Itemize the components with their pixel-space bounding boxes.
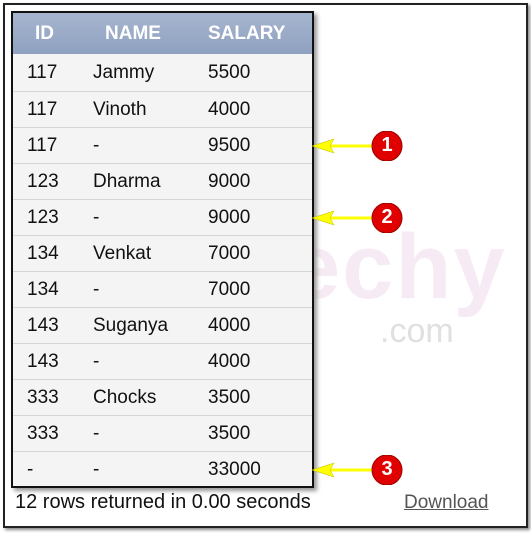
- table-row: 123 - 9000: [13, 199, 312, 235]
- cell-name: -: [93, 422, 100, 444]
- cell-id: 117: [27, 61, 58, 83]
- cell-id: 123: [27, 170, 59, 192]
- table-row: 134 - 7000: [13, 271, 312, 307]
- table-header: ID NAME SALARY: [13, 13, 312, 54]
- download-link[interactable]: Download: [404, 492, 489, 514]
- watermark-suffix: .com: [380, 312, 454, 350]
- table-row: 143 - 4000: [13, 343, 312, 379]
- cell-id: 333: [27, 422, 59, 444]
- cell-salary: 7000: [208, 242, 251, 264]
- cell-name: -: [93, 350, 100, 372]
- callout-2: 2: [310, 202, 404, 234]
- table-row: - - 33000: [13, 451, 312, 487]
- table-row: 117 Jammy 5500: [13, 54, 312, 91]
- cell-salary: 9500: [208, 134, 251, 156]
- cell-name: Vinoth: [93, 98, 147, 120]
- cell-name: Venkat: [93, 242, 152, 264]
- callout-number: 1: [381, 134, 393, 156]
- callout-number: 2: [381, 206, 393, 228]
- cell-id: 123: [27, 206, 59, 228]
- table-row: 117 - 9500: [13, 127, 312, 163]
- cell-name: -: [93, 134, 100, 156]
- cell-salary: 9000: [208, 206, 251, 228]
- cell-salary: 4000: [208, 350, 251, 372]
- cell-name: -: [93, 206, 100, 228]
- status-text: 12 rows returned in 0.00 seconds: [15, 491, 311, 513]
- cell-salary: 9000: [208, 170, 251, 192]
- cell-name: -: [93, 278, 100, 300]
- cell-name: Dharma: [93, 170, 161, 192]
- cell-salary: 3500: [208, 386, 251, 408]
- cell-id: 134: [27, 242, 59, 264]
- cell-id: 333: [27, 386, 59, 408]
- cell-id: -: [27, 458, 34, 480]
- cell-salary: 4000: [208, 98, 251, 120]
- table-row: 134 Venkat 7000: [13, 235, 312, 271]
- cell-salary: 7000: [208, 278, 251, 300]
- cell-id: 143: [27, 314, 59, 336]
- callout-number: 3: [381, 458, 393, 480]
- callout-1: 1: [310, 130, 404, 162]
- header-salary: SALARY: [208, 22, 286, 44]
- cell-salary: 33000: [208, 458, 261, 480]
- cell-name: Suganya: [93, 314, 169, 336]
- cell-id: 143: [27, 350, 59, 372]
- cell-name: -: [93, 458, 100, 480]
- cell-id: 117: [27, 134, 58, 156]
- cell-salary: 4000: [208, 314, 251, 336]
- cell-name: Chocks: [93, 386, 157, 408]
- cell-id: 134: [27, 278, 59, 300]
- result-table: ID NAME SALARY 117 Jammy 5500 117 Vinoth 4000…: [11, 11, 314, 488]
- header-name: NAME: [105, 22, 161, 44]
- table-row: 333 - 3500: [13, 415, 312, 451]
- table-row: 333 Chocks 3500: [13, 379, 312, 415]
- table-row: 143 Suganya 4000: [13, 307, 312, 343]
- table-row: 117 Vinoth 4000: [13, 91, 312, 127]
- cell-id: 117: [27, 98, 58, 120]
- cell-name: Jammy: [93, 61, 155, 83]
- cell-salary: 3500: [208, 422, 251, 444]
- table-row: 123 Dharma 9000: [13, 163, 312, 199]
- callout-3: 3: [310, 454, 404, 486]
- header-id: ID: [35, 22, 54, 44]
- cell-salary: 5500: [208, 61, 251, 83]
